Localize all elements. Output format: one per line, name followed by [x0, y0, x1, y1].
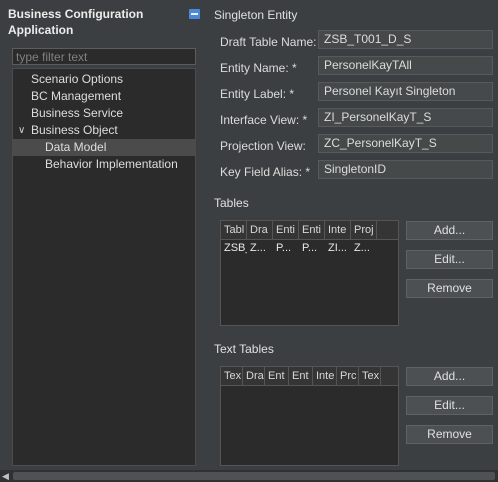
tree-item-behavior-implementation[interactable]: Behavior Implementation [13, 156, 195, 173]
entity-label-field[interactable]: Personel Kayıt Singleton [318, 82, 493, 101]
column-header[interactable]: Dra [247, 221, 273, 239]
table-cell: Z... [354, 242, 370, 254]
column-header[interactable]: Ent [289, 367, 313, 385]
text-tables-add-button[interactable]: Add... [406, 367, 493, 386]
panel-title: Business Configuration Application [8, 7, 144, 37]
tree-item-bc-management[interactable]: BC Management [13, 88, 195, 105]
projection-view-label: Projection View: [220, 139, 306, 153]
tree-item-label: Behavior Implementation [45, 157, 178, 171]
key-field-alias-field[interactable]: SingletonID [318, 160, 493, 179]
column-header[interactable]: Inte [325, 221, 351, 239]
column-header[interactable]: Enti [273, 221, 299, 239]
column-header[interactable]: Ent [265, 367, 289, 385]
tables-edit-button[interactable]: Edit... [406, 250, 493, 269]
column-header[interactable]: Dra [243, 367, 265, 385]
entity-label-label: Entity Label: * [220, 87, 295, 101]
tree-item-label: BC Management [31, 89, 122, 103]
tree-item-label: Scenario Options [31, 72, 124, 86]
tree-item-business-service[interactable]: Business Service [13, 105, 195, 122]
table-header: Tex Dra Ent Ent Inte Prc Tex [221, 367, 398, 386]
column-header[interactable]: Tex [221, 367, 243, 385]
table-cell: ZI... [328, 242, 347, 254]
projection-view-field[interactable]: ZC_PersonelKayT_S [318, 134, 493, 153]
singleton-entity-title: Singleton Entity [214, 8, 298, 22]
draft-table-name-field[interactable]: ZSB_T001_D_S [318, 30, 493, 49]
table-cell: P... [276, 242, 292, 254]
filter-input[interactable] [12, 48, 196, 65]
text-tables-grid[interactable]: Tex Dra Ent Ent Inte Prc Tex [220, 366, 399, 466]
text-tables-title: Text Tables [214, 342, 274, 356]
text-tables-remove-button[interactable]: Remove [406, 425, 493, 444]
table-header: Tabl Dra Enti Enti Inte Proj [221, 221, 398, 240]
scrollbar-thumb[interactable] [13, 472, 495, 480]
navigation-tree: Scenario Options BC Management Business … [12, 68, 196, 466]
tables-title: Tables [214, 196, 249, 210]
tree-item-label: Business Object [31, 123, 118, 137]
column-header[interactable]: Enti [299, 221, 325, 239]
tree-item-business-object[interactable]: ∨ Business Object [13, 122, 195, 139]
draft-table-name-label: Draft Table Name: * [220, 35, 325, 49]
tree-item-label: Data Model [45, 140, 107, 154]
table-cell: ZSB_ [224, 242, 247, 254]
table-cell: P... [302, 242, 318, 254]
chevron-down-icon[interactable]: ∨ [18, 122, 25, 139]
entity-name-label: Entity Name: * [220, 61, 297, 75]
column-header[interactable]: Proj [351, 221, 377, 239]
column-header[interactable]: Prc [337, 367, 359, 385]
interface-view-label: Interface View: * [220, 113, 308, 127]
tables-remove-button[interactable]: Remove [406, 279, 493, 298]
table-cell: Z... [250, 242, 266, 254]
key-field-alias-label: Key Field Alias: * [220, 165, 311, 179]
column-header[interactable]: Inte [313, 367, 337, 385]
entity-name-field[interactable]: PersonelKayTAll [318, 56, 493, 75]
tables-grid[interactable]: Tabl Dra Enti Enti Inte Proj ZSB_ Z... P… [220, 220, 399, 326]
table-row[interactable]: ZSB_ Z... P... P... ZI... Z... [221, 240, 398, 257]
interface-view-field[interactable]: ZI_PersonelKayT_S [318, 108, 493, 127]
text-tables-edit-button[interactable]: Edit... [406, 396, 493, 415]
collapse-icon[interactable] [189, 9, 200, 19]
tables-add-button[interactable]: Add... [406, 221, 493, 240]
column-header[interactable]: Tex [359, 367, 381, 385]
scroll-left-arrow-icon[interactable]: ◀ [2, 471, 10, 481]
tree-item-scenario-options[interactable]: Scenario Options [13, 71, 195, 88]
tree-item-data-model[interactable]: Data Model [13, 139, 195, 156]
column-header[interactable]: Tabl [221, 221, 247, 239]
tree-item-label: Business Service [31, 106, 124, 120]
